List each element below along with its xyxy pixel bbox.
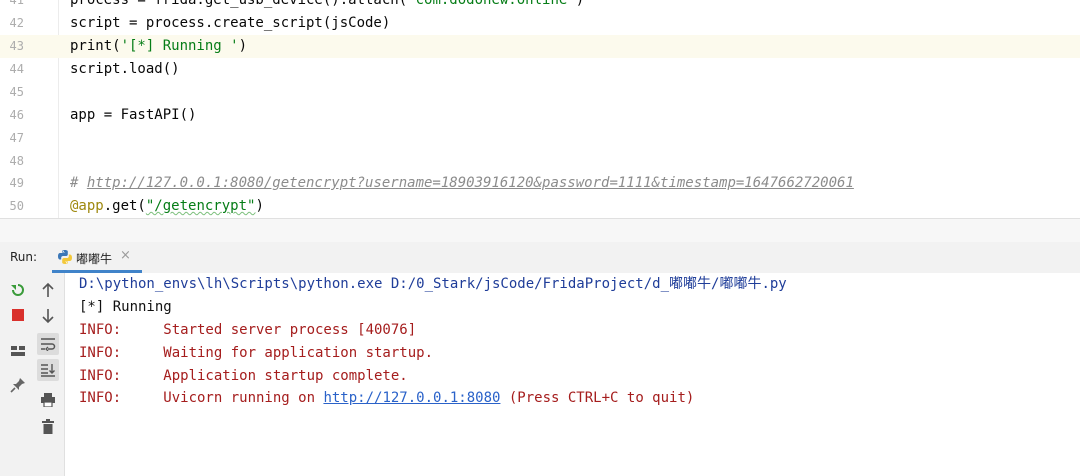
trash-icon[interactable] [37,416,59,438]
line-number: 48 [9,154,24,168]
run-tab-bar: Run: 嘟嘟牛 × [0,242,1080,274]
code-line[interactable]: 50 @app.get("/getencrypt") [0,195,1080,218]
code-text: print('[*] Running ') [70,38,248,54]
code-line[interactable]: 44 script.load() [0,58,1080,81]
run-tab-label: 嘟嘟牛 [76,252,113,266]
comment-url[interactable]: http://127.0.0.1:8080/getencrypt?usernam… [87,175,854,191]
code-line[interactable]: 42 script = process.create_script(jsCode… [0,12,1080,35]
console-command-line: D:\python_envs\lh\Scripts\python.exe D:/… [79,276,787,292]
code-text: script = process.create_script(jsCode) [70,15,391,31]
server-url-link[interactable]: http://127.0.0.1:8080 [323,390,500,406]
layout-icon[interactable] [7,340,29,362]
console-info-line: INFO: Waiting for application startup. [79,345,434,361]
panel-splitter[interactable] [0,218,1080,243]
code-line-current[interactable]: 43 print('[*] Running ') [0,35,1080,58]
code-line[interactable]: 46 app = FastAPI() [0,104,1080,127]
line-number: 44 [9,62,24,76]
stop-icon[interactable] [7,304,29,326]
python-icon [58,250,72,264]
console-output[interactable]: D:\python_envs\lh\Scripts\python.exe D:/… [65,273,1080,476]
console-running-line: [*] Running [79,299,172,315]
code-editor[interactable]: 41 process = frida.get_usb_device().atta… [0,0,1080,218]
line-number: 49 [9,176,24,190]
code-line[interactable]: 49 # http://127.0.0.1:8080/getencrypt?us… [0,172,1080,195]
console-info-line: INFO: Uvicorn running on http://127.0.0.… [79,390,695,406]
code-line[interactable]: 47 [0,127,1080,150]
arrow-up-icon[interactable] [37,279,59,301]
code-text: @app.get("/getencrypt") [70,198,264,214]
run-tab-dudu[interactable]: 嘟嘟牛 × [52,242,142,273]
rerun-icon[interactable] [7,279,29,301]
soft-wrap-icon[interactable] [37,333,59,355]
line-number: 46 [9,108,24,122]
scroll-to-end-icon[interactable] [37,359,59,381]
line-number: 47 [9,131,24,145]
line-number: 42 [9,16,24,30]
print-icon[interactable] [37,389,59,411]
close-icon[interactable]: × [120,248,131,263]
arrow-down-icon[interactable] [37,305,59,327]
code-text: process = frida.get_usb_device().attach(… [70,0,585,8]
line-number: 43 [9,39,24,53]
line-number: 50 [9,199,24,213]
code-line[interactable]: 45 [0,81,1080,104]
pin-icon[interactable] [7,374,29,396]
code-text: # http://127.0.0.1:8080/getencrypt?usern… [70,175,854,191]
code-line[interactable]: 41 process = frida.get_usb_device().atta… [0,0,1080,12]
console-info-line: INFO: Started server process [40076] [79,322,417,338]
code-line[interactable]: 48 [0,150,1080,173]
line-number: 41 [9,0,24,7]
run-toolbar [0,273,65,476]
code-text: script.load() [70,61,180,77]
console-info-line: INFO: Application startup complete. [79,368,408,384]
line-number: 45 [9,85,24,99]
run-label: Run: [10,250,38,264]
code-text: app = FastAPI() [70,107,197,123]
